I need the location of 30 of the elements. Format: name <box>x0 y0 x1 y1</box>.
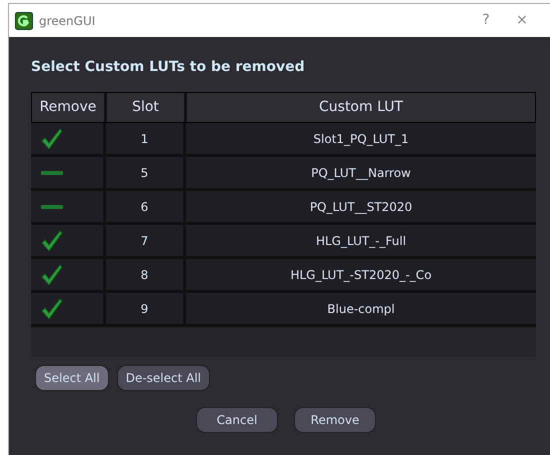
checkmark-icon[interactable] <box>41 298 63 320</box>
column-header[interactable]: Slot <box>107 93 187 122</box>
table-cell: PQ_LUT__Narrow <box>186 157 536 188</box>
checkmark-icon[interactable] <box>41 264 63 286</box>
dialog-button[interactable]: De-select All <box>116 365 210 391</box>
dialog-heading: Select Custom LUTs to be removed <box>31 58 306 77</box>
app-logo-icon <box>15 12 33 30</box>
table-cell: Blue-compl <box>186 293 536 324</box>
table-cell: Slot1_PQ_LUT_1 <box>186 123 536 154</box>
table-cell: 8 <box>106 259 186 290</box>
dialog-button[interactable]: Remove <box>294 407 376 433</box>
unchecked-dash-icon[interactable] <box>41 170 63 174</box>
window-title: greenGUI <box>39 12 96 30</box>
dialog-button[interactable]: Cancel <box>196 407 278 433</box>
unchecked-dash-icon[interactable] <box>41 204 63 208</box>
close-button[interactable]: × <box>507 10 537 31</box>
table-cell: 5 <box>106 157 186 188</box>
table-cell: PQ_LUT__ST2020 <box>186 191 536 222</box>
checkmark-icon[interactable] <box>41 128 63 150</box>
table-cell: 7 <box>106 225 186 256</box>
column-header[interactable]: Custom LUT <box>187 93 535 122</box>
column-header[interactable]: Remove <box>32 93 107 122</box>
table-cell: 1 <box>106 123 186 154</box>
dialog-button[interactable]: Select All <box>35 365 109 391</box>
table-cell: 6 <box>106 191 186 222</box>
checkmark-icon[interactable] <box>41 230 63 252</box>
table-cell: HLG_LUT_-ST2020_-_Co <box>186 259 536 290</box>
table-cell: 9 <box>106 293 186 324</box>
help-button[interactable]: ? <box>471 10 501 31</box>
table-cell: HLG_LUT_-_Full <box>186 225 536 256</box>
